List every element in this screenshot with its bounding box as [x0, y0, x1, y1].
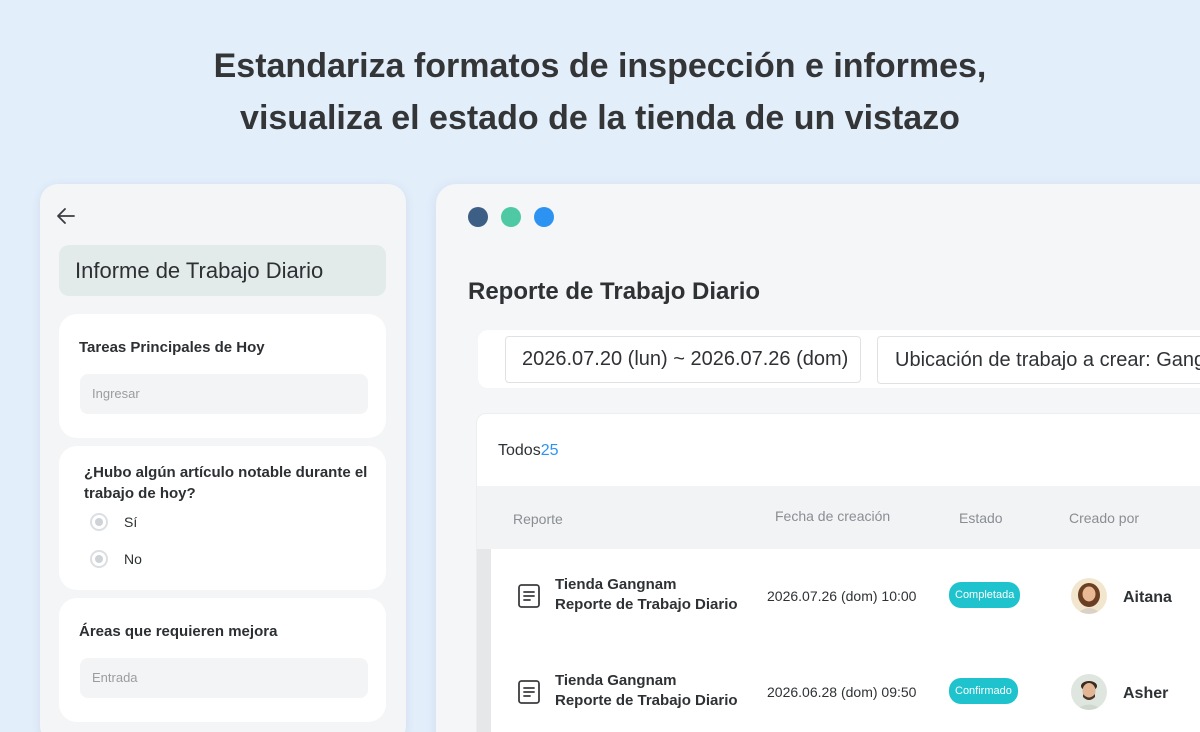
- form-card-tasks: Tareas Principales de Hoy Ingresar: [59, 314, 386, 438]
- report-type: Reporte de Trabajo Diario: [555, 596, 738, 613]
- author-name: Asher: [1123, 685, 1169, 702]
- report-name: Tienda Gangnam Reporte de Trabajo Diario: [555, 575, 738, 615]
- created-date: 2026.06.28 (dom) 09:50: [767, 684, 917, 700]
- headline-line-1: Estandariza formatos de inspección e inf…: [213, 47, 987, 85]
- notable-question-label: ¿Hubo algún artículo notable durante el …: [84, 464, 368, 502]
- date-range-picker[interactable]: 2026.07.20 (lun) ~ 2026.07.26 (dom): [505, 336, 861, 383]
- tasks-label: Tareas Principales de Hoy: [79, 339, 265, 356]
- radio-label-yes: Sí: [124, 514, 138, 530]
- tasks-input[interactable]: Ingresar: [80, 374, 368, 414]
- tab-all[interactable]: Todos25: [498, 442, 559, 460]
- radio-circle-icon[interactable]: [90, 550, 108, 568]
- arrow-left-icon[interactable]: [54, 204, 78, 228]
- improvement-label: Áreas que requieren mejora: [79, 623, 278, 640]
- mobile-form-panel: Informe de Trabajo Diario Tareas Princip…: [40, 184, 406, 732]
- radio-circle-icon[interactable]: [90, 513, 108, 531]
- report-store: Tienda Gangnam: [555, 672, 677, 689]
- report-table: Todos25 Reporte Fecha de creación Estado…: [476, 413, 1200, 732]
- report-type: Reporte de Trabajo Diario: [555, 692, 738, 709]
- radio-option-no[interactable]: No: [90, 550, 142, 568]
- author-name: Aitana: [1123, 589, 1172, 606]
- table-header: Reporte Fecha de creación Estado Creado …: [477, 486, 1200, 549]
- radio-label-no: No: [124, 551, 142, 567]
- headline: Estandariza formatos de inspección e inf…: [0, 40, 1200, 144]
- page-title: Reporte de Trabajo Diario: [468, 278, 761, 305]
- status-badge: Completada: [949, 582, 1021, 608]
- window-dot-maximize[interactable]: [534, 207, 554, 227]
- row-selection-bar: [477, 549, 491, 732]
- tab-all-count: 25: [540, 442, 559, 459]
- window-dot-close[interactable]: [468, 207, 488, 227]
- form-card-improvement: Áreas que requieren mejora Entrada: [59, 598, 386, 722]
- window-dot-minimize[interactable]: [501, 207, 521, 227]
- filter-bar: 2026.07.20 (lun) ~ 2026.07.26 (dom) Ubic…: [478, 330, 1200, 388]
- improvement-input[interactable]: Entrada: [80, 658, 368, 698]
- report-store: Tienda Gangnam: [555, 576, 677, 593]
- column-header-status[interactable]: Estado: [959, 510, 1003, 526]
- desktop-window: Reporte de Trabajo Diario 2026.07.20 (lu…: [436, 184, 1200, 732]
- form-card-notable: ¿Hubo algún artículo notable durante el …: [59, 446, 386, 590]
- created-date: 2026.07.26 (dom) 10:00: [767, 588, 917, 604]
- avatar: [1071, 674, 1107, 710]
- column-header-date[interactable]: Fecha de creación: [775, 508, 890, 524]
- column-header-report[interactable]: Reporte: [513, 511, 563, 527]
- document-icon: [518, 680, 540, 704]
- radio-option-yes[interactable]: Sí: [90, 513, 137, 531]
- table-row[interactable]: Tienda Gangnam Reporte de Trabajo Diario…: [491, 549, 1200, 645]
- document-icon: [518, 584, 540, 608]
- table-row[interactable]: Tienda Gangnam Reporte de Trabajo Diario…: [491, 645, 1200, 732]
- avatar: [1071, 578, 1107, 614]
- headline-line-2: visualiza el estado de la tienda de un v…: [240, 99, 960, 137]
- status-badge: Confirmado: [949, 678, 1018, 704]
- tab-all-label: Todos: [498, 442, 541, 459]
- column-header-author[interactable]: Creado por: [1069, 510, 1139, 526]
- form-title: Informe de Trabajo Diario: [59, 245, 386, 296]
- location-select[interactable]: Ubicación de trabajo a crear: Gangnam: [877, 336, 1200, 384]
- report-name: Tienda Gangnam Reporte de Trabajo Diario: [555, 671, 738, 711]
